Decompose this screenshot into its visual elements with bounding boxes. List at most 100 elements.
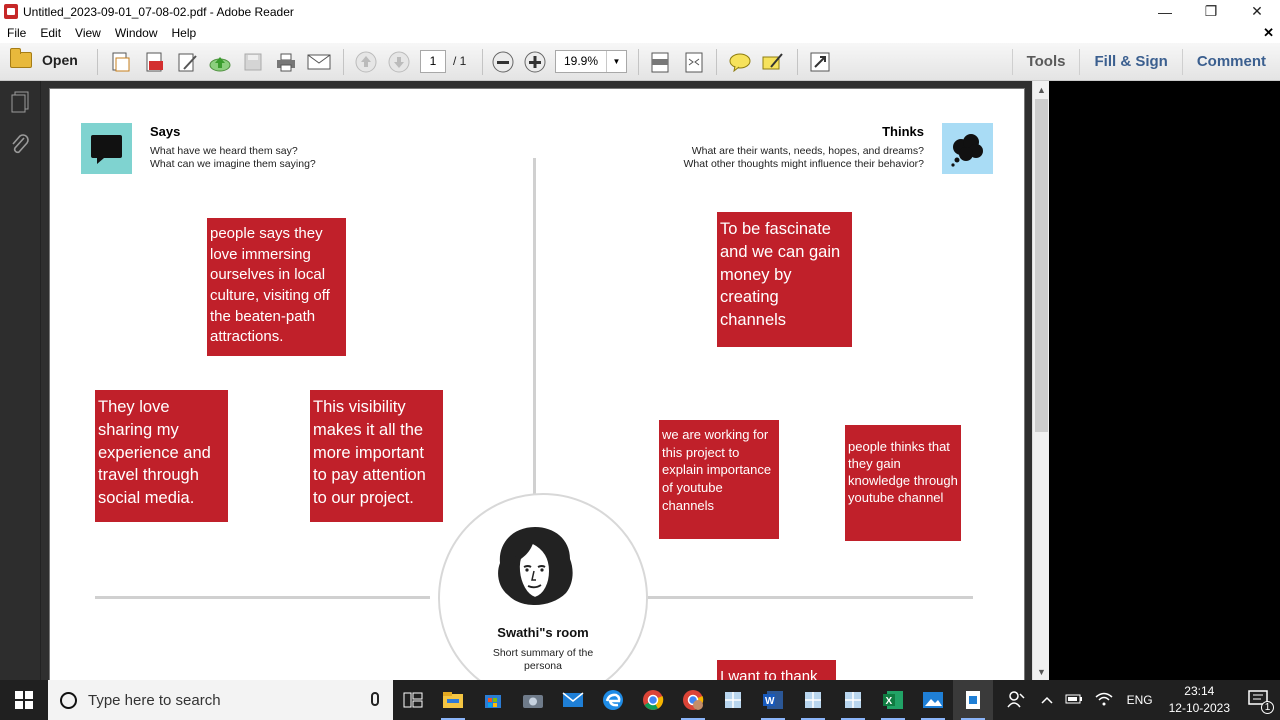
page-number-input[interactable]: 1 — [420, 50, 446, 73]
clock-date: 12-10-2023 — [1168, 701, 1230, 715]
adobe-reader-icon — [4, 4, 18, 19]
document-viewport[interactable]: Says What have we heard them say? What c… — [41, 81, 1032, 680]
wifi-icon[interactable] — [1089, 692, 1119, 709]
print-icon[interactable] — [274, 50, 298, 74]
chrome-profile-icon[interactable] — [673, 680, 713, 720]
zoom-level-select[interactable]: 19.9% ▼ — [555, 50, 627, 73]
menu-help[interactable]: Help — [165, 26, 204, 40]
notification-center-icon[interactable]: 1 — [1238, 689, 1280, 714]
scrollbar-thumb[interactable] — [1035, 99, 1048, 432]
horizontal-divider-left — [95, 596, 430, 599]
windows-start-icon[interactable] — [0, 680, 48, 720]
people-icon[interactable] — [997, 690, 1035, 711]
snipping-tool-icon-3[interactable] — [833, 680, 873, 720]
pdf-page: Says What have we heard them say? What c… — [49, 88, 1025, 680]
upload-cloud-icon[interactable] — [208, 50, 232, 74]
clock[interactable]: 23:14 12-10-2023 — [1161, 683, 1238, 717]
scroll-up-icon[interactable]: ▲ — [1033, 81, 1050, 98]
full-screen-icon[interactable] — [808, 50, 832, 74]
horizontal-divider-right — [647, 596, 973, 599]
vertical-scrollbar[interactable]: ▲ ▼ — [1032, 81, 1049, 680]
sticky-note[interactable]: people thinks that they gain knowledge t… — [845, 425, 961, 541]
toolbar-divider — [797, 49, 798, 75]
chrome-icon[interactable] — [633, 680, 673, 720]
excel-icon[interactable]: X — [873, 680, 913, 720]
toolbar-divider — [482, 49, 483, 75]
task-view-icon[interactable] — [393, 680, 433, 720]
page-total: / 1 — [453, 54, 467, 68]
folder-icon — [10, 48, 32, 68]
attachments-icon[interactable] — [10, 134, 30, 156]
title-bar: Untitled_2023-09-01_07-08-02.pdf - Adobe… — [0, 0, 1280, 23]
microphone-icon[interactable] — [371, 692, 379, 706]
snipping-tool-icon[interactable] — [713, 680, 753, 720]
says-title: Says — [150, 124, 181, 139]
fit-width-icon[interactable] — [682, 50, 706, 74]
sticky-note[interactable]: we are working for this project to expla… — [659, 420, 779, 539]
menu-view[interactable]: View — [68, 26, 108, 40]
taskbar-search-box[interactable]: Type here to search — [48, 680, 393, 720]
word-icon[interactable]: W — [753, 680, 793, 720]
adobe-reader-taskbar-icon[interactable] — [953, 680, 993, 720]
sticky-note[interactable]: They love sharing my experience and trav… — [95, 390, 228, 522]
minimize-button[interactable]: — — [1142, 0, 1188, 23]
sticky-note[interactable]: I want to thank — [717, 660, 836, 680]
tools-button[interactable]: Tools — [1011, 49, 1080, 75]
thinks-subtitle-2: What other thoughts might influence thei… — [683, 158, 924, 170]
vertical-divider — [533, 158, 536, 494]
email-icon[interactable] — [307, 50, 331, 74]
restore-button[interactable]: ❐ — [1188, 0, 1234, 23]
page-thumbnails-icon[interactable] — [10, 91, 30, 113]
mail-icon[interactable] — [553, 680, 593, 720]
open-button[interactable]: Open — [10, 48, 78, 68]
camera-icon[interactable] — [513, 680, 553, 720]
close-button[interactable]: ✕ — [1234, 0, 1280, 23]
menu-window[interactable]: Window — [108, 26, 165, 40]
toolbar-divider — [716, 49, 717, 75]
battery-icon[interactable] — [1059, 693, 1089, 707]
chevron-up-icon[interactable] — [1035, 693, 1059, 707]
svg-text:X: X — [886, 696, 893, 707]
search-placeholder: Type here to search — [88, 691, 221, 709]
sticky-note-icon[interactable] — [728, 50, 752, 74]
thought-cloud-icon — [942, 123, 993, 174]
thinks-subtitle-1: What are their wants, needs, hopes, and … — [691, 145, 924, 157]
open-label: Open — [42, 52, 78, 68]
toolbar-divider — [638, 49, 639, 75]
snipping-tool-icon-2[interactable] — [793, 680, 833, 720]
chevron-down-icon[interactable]: ▼ — [606, 51, 626, 72]
highlight-icon[interactable] — [761, 50, 785, 74]
says-subtitle-1: What have we heard them say? — [150, 145, 298, 157]
edit-pdf-icon[interactable] — [175, 50, 199, 74]
create-pdf-icon[interactable] — [108, 50, 132, 74]
zoom-in-icon[interactable] — [523, 50, 547, 74]
toolbar-divider — [97, 49, 98, 75]
next-page-icon[interactable] — [387, 50, 411, 74]
notification-count: 1 — [1261, 700, 1274, 714]
language-indicator[interactable]: ENG — [1119, 693, 1161, 707]
save-icon[interactable] — [241, 50, 265, 74]
microsoft-store-icon[interactable] — [473, 680, 513, 720]
clock-time: 23:14 — [1184, 684, 1215, 698]
file-explorer-icon[interactable] — [433, 680, 473, 720]
thinks-title: Thinks — [882, 124, 924, 139]
sticky-note[interactable]: people says they love immersing ourselve… — [207, 218, 346, 356]
menu-file[interactable]: File — [0, 26, 33, 40]
close-document-icon[interactable]: ✕ — [1263, 25, 1274, 41]
edge-icon[interactable] — [593, 680, 633, 720]
fill-sign-button[interactable]: Fill & Sign — [1079, 49, 1181, 75]
comment-button[interactable]: Comment — [1181, 49, 1280, 75]
scroll-down-icon[interactable]: ▼ — [1033, 663, 1050, 680]
export-pdf-icon[interactable] — [142, 50, 166, 74]
system-tray: ENG 23:14 12-10-2023 1 — [997, 680, 1280, 720]
fit-page-icon[interactable] — [648, 50, 672, 74]
sticky-note[interactable]: This visibility makes it all the more im… — [310, 390, 443, 522]
menu-edit[interactable]: Edit — [33, 26, 68, 40]
svg-text:W: W — [765, 696, 775, 707]
speech-bubble-icon — [81, 123, 132, 174]
zoom-out-icon[interactable] — [491, 50, 515, 74]
persona-face-icon — [488, 525, 582, 609]
previous-page-icon[interactable] — [354, 50, 378, 74]
sticky-note[interactable]: To be fascinate and we can gain money by… — [717, 212, 852, 347]
photos-icon[interactable] — [913, 680, 953, 720]
